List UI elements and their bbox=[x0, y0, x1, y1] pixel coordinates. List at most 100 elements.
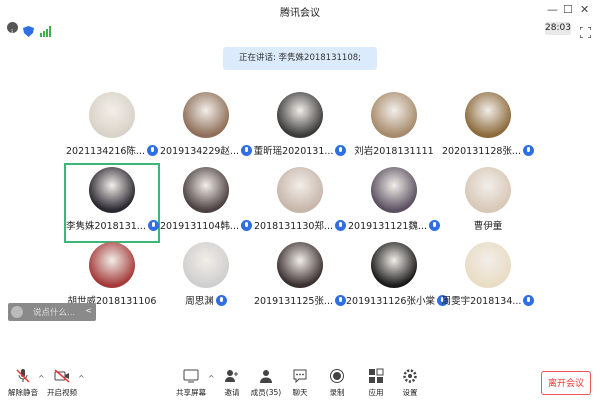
avatar bbox=[183, 242, 229, 288]
participant-name-text: 2019131126张小棠 bbox=[346, 296, 435, 307]
participant-name: 2019131104韩... bbox=[158, 218, 254, 232]
avatar bbox=[277, 92, 323, 138]
avatar bbox=[89, 92, 135, 138]
participant-name: 2019131126张小棠 bbox=[346, 293, 448, 307]
microphone-icon bbox=[429, 220, 440, 231]
participant-name-text: 2020131128张... bbox=[441, 146, 521, 157]
participant-name: 2021134216陈... bbox=[64, 143, 160, 157]
meeting-timer: 28:03 bbox=[545, 22, 571, 35]
participant-name-text: 2019131125张... bbox=[253, 296, 333, 307]
participant-tile[interactable]: 周雯宇2018134... bbox=[440, 238, 536, 318]
participant-tile[interactable]: 2018131130郑... bbox=[252, 163, 348, 243]
participant-name-text: 2019134229赵... bbox=[159, 146, 239, 157]
avatar bbox=[277, 167, 323, 213]
participant-tile[interactable]: 董昕瑶2020131... bbox=[252, 88, 348, 168]
avatar bbox=[89, 167, 135, 213]
shield-icon[interactable] bbox=[23, 22, 34, 37]
members-icon bbox=[260, 370, 272, 383]
microphone-icon bbox=[335, 220, 346, 231]
camera-off-icon bbox=[54, 369, 70, 383]
microphone-icon bbox=[335, 145, 347, 156]
participant-name: 刘岩2018131111 bbox=[346, 143, 442, 157]
apps-grid-icon bbox=[369, 368, 384, 383]
avatar bbox=[371, 167, 417, 213]
participant-name-text: 2018131130郑... bbox=[253, 221, 333, 232]
leave-meeting-button[interactable]: 离开会议 bbox=[541, 371, 591, 395]
start-video-button[interactable]: 开启视频 bbox=[42, 366, 82, 400]
participant-tile[interactable]: 周思渊 bbox=[158, 238, 254, 318]
participant-name-text: 周思渊 bbox=[185, 296, 214, 307]
participant-tile[interactable]: 2019131126张小棠 bbox=[346, 238, 448, 318]
participant-tile[interactable]: 2019131104韩... bbox=[158, 163, 254, 243]
microphone-muted-icon bbox=[16, 369, 30, 383]
emoji-icon[interactable] bbox=[11, 306, 23, 318]
meeting-toolbar: 解除静音 ^ 开启视频 ^ 共享屏幕 ^ 邀请 成员(35) 聊天 录制 应用 … bbox=[0, 366, 600, 400]
minimize-button[interactable]: — bbox=[547, 4, 558, 16]
avatar bbox=[465, 242, 511, 288]
microphone-icon bbox=[241, 145, 252, 156]
participant-name-text: 曹伊童 bbox=[473, 221, 503, 232]
participant-name: 2019134229赵... bbox=[158, 143, 254, 157]
participant-tile[interactable]: 2019131121魏... bbox=[346, 163, 442, 243]
participant-tile[interactable]: 2020131128张... bbox=[440, 88, 536, 168]
participant-name: 李隽姝2018131... bbox=[66, 218, 159, 232]
microphone-icon bbox=[147, 145, 158, 156]
svg-text:i: i bbox=[11, 28, 13, 37]
signal-icon[interactable] bbox=[40, 22, 51, 37]
maximize-button[interactable]: ☐ bbox=[563, 4, 573, 16]
participant-name: 2018131130郑... bbox=[252, 218, 348, 232]
participant-name-text: 刘岩2018131111 bbox=[354, 146, 434, 157]
avatar bbox=[89, 242, 135, 288]
fullscreen-icon[interactable] bbox=[579, 23, 592, 39]
participant-tile[interactable]: 刘岩2018131111 bbox=[346, 88, 442, 168]
avatar bbox=[465, 92, 511, 138]
participant-tile[interactable]: 2019131125张... bbox=[252, 238, 348, 318]
participant-name: 2019131121魏... bbox=[346, 218, 442, 232]
avatar bbox=[371, 242, 417, 288]
avatar bbox=[277, 242, 323, 288]
avatar bbox=[465, 167, 511, 213]
participant-name: 2019131125张... bbox=[252, 293, 348, 307]
participant-name: 2020131128张... bbox=[440, 143, 536, 157]
collapse-chevron-icon[interactable]: < bbox=[85, 306, 92, 315]
avatar bbox=[183, 167, 229, 213]
participant-name: 曹伊童 bbox=[440, 218, 536, 232]
chat-bubble-icon bbox=[293, 369, 307, 384]
microphone-icon bbox=[241, 220, 252, 231]
participant-name-text: 2019131104韩... bbox=[159, 221, 239, 232]
window-title: 腾讯会议 bbox=[280, 8, 320, 19]
speaking-indicator: 正在讲话: 李隽姝2018131108; bbox=[223, 47, 377, 70]
participant-name: 周思渊 bbox=[158, 293, 254, 307]
participant-tile[interactable]: 李隽姝2018131... bbox=[64, 163, 160, 243]
avatar bbox=[371, 92, 417, 138]
chat-quick-input[interactable]: 说点什么... < bbox=[8, 303, 96, 321]
participant-name-text: 2021134216陈... bbox=[65, 146, 145, 157]
participant-tile[interactable]: 2021134216陈... bbox=[64, 88, 160, 168]
close-button[interactable]: ✕ bbox=[580, 4, 589, 16]
participant-name-text: 2019131121魏... bbox=[347, 221, 427, 232]
microphone-icon bbox=[335, 295, 346, 306]
video-options-chevron-icon[interactable]: ^ bbox=[78, 374, 85, 383]
settings-label: 设置 bbox=[402, 388, 418, 397]
participant-name: 董昕瑶2020131... bbox=[252, 143, 348, 157]
start-video-label: 开启视频 bbox=[47, 388, 77, 397]
status-bar: i 28:03 bbox=[0, 22, 600, 39]
participant-name-text: 周雯宇2018134... bbox=[441, 296, 522, 307]
share-screen-icon bbox=[183, 369, 199, 383]
participant-tile[interactable]: 曹伊童 bbox=[440, 163, 536, 243]
participant-name: 周雯宇2018134... bbox=[440, 293, 536, 307]
participant-name-text: 李隽姝2018131... bbox=[66, 221, 146, 232]
microphone-icon bbox=[523, 145, 534, 156]
avatar bbox=[183, 92, 229, 138]
share-screen-button[interactable]: 共享屏幕 bbox=[171, 366, 211, 400]
add-user-icon bbox=[225, 370, 238, 382]
title-bar: 腾讯会议 — ☐ ✕ bbox=[0, 0, 600, 22]
record-icon bbox=[330, 369, 344, 383]
microphone-icon bbox=[523, 295, 535, 306]
participant-name-text: 董昕瑶2020131... bbox=[253, 146, 334, 157]
settings-button[interactable]: 设置 bbox=[390, 366, 430, 400]
info-icon[interactable]: i bbox=[7, 22, 18, 37]
chat-placeholder: 说点什么... bbox=[33, 308, 76, 318]
gear-icon bbox=[403, 369, 417, 383]
participant-tile[interactable]: 2019134229赵... bbox=[158, 88, 254, 168]
